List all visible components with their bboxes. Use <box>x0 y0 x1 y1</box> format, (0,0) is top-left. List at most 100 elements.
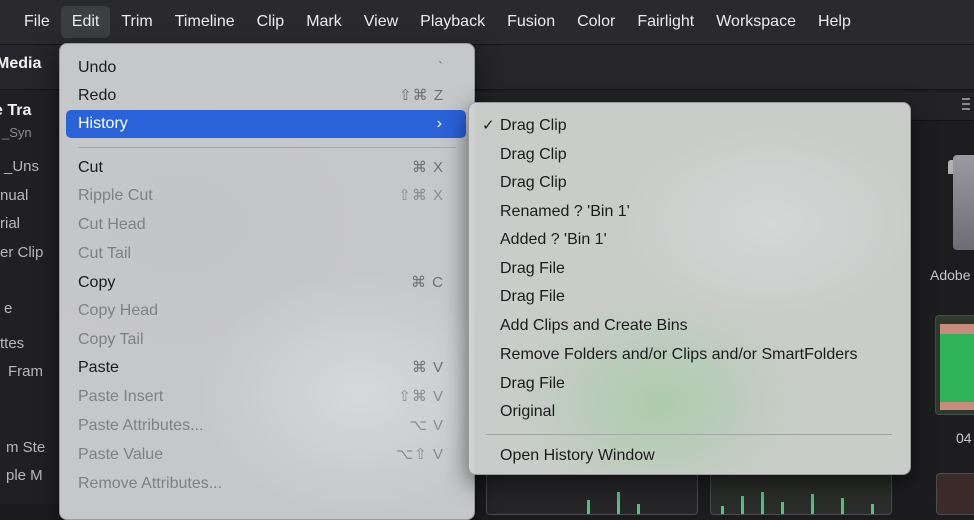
menu-item-copy-head[interactable]: Copy Head <box>66 297 466 325</box>
folder-label: Adobe <box>930 267 971 283</box>
menu-item-paste[interactable]: Paste ⌘ V <box>66 354 466 382</box>
menu-help[interactable]: Help <box>807 6 862 38</box>
waveform-bar <box>721 506 724 514</box>
history-item[interactable]: Original <box>469 398 910 426</box>
menu-item-shortcut: ⇧⌘ V <box>398 388 444 405</box>
menu-item-label: Paste Attributes... <box>78 417 204 434</box>
history-item[interactable]: Drag File <box>469 255 910 283</box>
clip-thumbnail[interactable] <box>935 315 974 415</box>
history-item-label: Open History Window <box>500 447 655 464</box>
menu-item-label: Undo <box>78 59 117 76</box>
waveform-bar <box>617 492 620 514</box>
menu-item-label: Copy <box>78 274 116 291</box>
menu-item-label: Cut Head <box>78 216 146 233</box>
menu-item-shortcut: ⌘ C <box>411 274 444 291</box>
menu-item-copy-tail[interactable]: Copy Tail <box>66 326 466 354</box>
sidebar-label-master[interactable]: e Tra <box>0 102 31 120</box>
audio-clip-thumbnail[interactable] <box>710 473 892 515</box>
menu-fairlight[interactable]: Fairlight <box>626 6 705 38</box>
sidebar-label-tutorial[interactable]: rial <box>0 215 20 232</box>
sidebar-label-unsync[interactable]: _Uns <box>4 158 39 175</box>
clip-label: 04 <box>956 430 972 446</box>
menu-clip[interactable]: Clip <box>246 6 296 38</box>
waveform-bar <box>587 500 590 514</box>
menu-item-label: Redo <box>78 87 117 104</box>
edit-menu: Undo ` Redo ⇧⌘ Z History › Cut ⌘ X Rippl… <box>59 43 475 520</box>
sidebar-label-stems[interactable]: m Ste <box>6 439 45 456</box>
history-item-label: Renamed ? 'Bin 1' <box>500 203 630 220</box>
history-item-label: Drag Clip <box>500 174 567 191</box>
menu-timeline[interactable]: Timeline <box>164 6 246 38</box>
options-menu-icon[interactable] <box>962 98 970 112</box>
menu-item-shortcut: ⇧⌘ Z <box>399 87 444 104</box>
history-item[interactable]: Drag Clip <box>469 169 910 197</box>
waveform-bar <box>811 494 814 514</box>
checkmark-icon: ✓ <box>482 117 495 134</box>
menu-item-label: Cut Tail <box>78 245 132 262</box>
history-item-label: Add Clips and Create Bins <box>500 317 688 334</box>
menu-item-paste-insert[interactable]: Paste Insert ⇧⌘ V <box>66 383 466 411</box>
history-item-label: Drag Clip <box>500 117 567 134</box>
menu-item-label: Paste Insert <box>78 388 164 405</box>
sidebar-label-clips[interactable]: er Clip <box>0 244 43 261</box>
history-item[interactable]: Remove Folders and/or Clips and/or Smart… <box>469 341 910 369</box>
menu-item-shortcut: ⌥⇧ V <box>395 446 444 463</box>
menu-color[interactable]: Color <box>566 6 626 38</box>
history-item[interactable]: Drag File <box>469 370 910 398</box>
menu-fusion[interactable]: Fusion <box>496 6 566 38</box>
menu-item-history[interactable]: History › <box>66 110 466 138</box>
history-item-label: Drag File <box>500 375 565 392</box>
menu-item-paste-attributes[interactable]: Paste Attributes... ⌥ V <box>66 412 466 440</box>
menu-item-shortcut: ⇧⌘ X <box>398 187 444 204</box>
menu-edit[interactable]: Edit <box>60 6 111 38</box>
sidebar-label-sample[interactable]: ple M <box>6 467 43 484</box>
menu-separator <box>78 147 456 148</box>
menu-item-label: Paste Value <box>78 446 164 463</box>
menu-file[interactable]: File <box>0 6 61 38</box>
history-item-label: Drag File <box>500 260 565 277</box>
open-history-window-item[interactable]: Open History Window <box>469 442 910 470</box>
history-item[interactable]: Drag Clip <box>469 141 910 169</box>
menu-item-label: Paste <box>78 359 119 376</box>
media-pool-sidebar: Media e Tra _Syn _Uns nual rial er Clip … <box>0 45 62 504</box>
menu-item-undo[interactable]: Undo ` <box>66 54 466 82</box>
history-item[interactable]: Add Clips and Create Bins <box>469 312 910 340</box>
menu-item-remove-attributes[interactable]: Remove Attributes... <box>66 470 466 498</box>
sidebar-label-frames[interactable]: Fram <box>8 363 43 380</box>
sidebar-label-media[interactable]: Media <box>0 55 41 73</box>
menu-playback[interactable]: Playback <box>409 6 496 38</box>
clip-thumbnail[interactable] <box>936 473 974 515</box>
menu-item-shortcut: ` <box>438 59 444 76</box>
sidebar-label-e[interactable]: e <box>4 300 12 317</box>
menu-item-paste-value[interactable]: Paste Value ⌥⇧ V <box>66 441 466 469</box>
history-item-label: Original <box>500 403 556 420</box>
history-item[interactable]: ✓ Drag Clip <box>469 112 910 140</box>
sidebar-label-mattes[interactable]: ttes <box>0 335 24 352</box>
menu-item-cut[interactable]: Cut ⌘ X <box>66 154 466 182</box>
history-item[interactable]: Added ? 'Bin 1' <box>469 226 910 254</box>
menu-item-label: Copy Head <box>78 302 159 319</box>
menu-mark[interactable]: Mark <box>295 6 353 38</box>
thumbnail-band-bottom <box>940 402 974 410</box>
folder-icon[interactable] <box>953 155 974 250</box>
menu-item-shortcut: ⌥ V <box>409 417 444 434</box>
history-item[interactable]: Renamed ? 'Bin 1' <box>469 198 910 226</box>
menu-item-ripple-cut[interactable]: Ripple Cut ⇧⌘ X <box>66 182 466 210</box>
audio-clip-thumbnail[interactable] <box>486 473 698 515</box>
menu-item-cut-head[interactable]: Cut Head <box>66 211 466 239</box>
history-item-label: Drag Clip <box>500 146 567 163</box>
thumbnail-image <box>940 334 974 402</box>
sidebar-label-sync[interactable]: _Syn <box>2 125 32 140</box>
menu-item-redo[interactable]: Redo ⇧⌘ Z <box>66 82 466 110</box>
menu-item-cut-tail[interactable]: Cut Tail <box>66 240 466 268</box>
menu-trim[interactable]: Trim <box>110 6 163 38</box>
waveform-bar <box>741 496 744 514</box>
menu-item-copy[interactable]: Copy ⌘ C <box>66 269 466 297</box>
menu-view[interactable]: View <box>353 6 409 38</box>
menu-workspace[interactable]: Workspace <box>705 6 807 38</box>
menu-item-label: Copy Tail <box>78 331 144 348</box>
sidebar-label-manual[interactable]: nual <box>0 187 28 204</box>
history-item[interactable]: Drag File <box>469 283 910 311</box>
history-item-label: Added ? 'Bin 1' <box>500 231 607 248</box>
waveform-bar <box>637 504 640 514</box>
